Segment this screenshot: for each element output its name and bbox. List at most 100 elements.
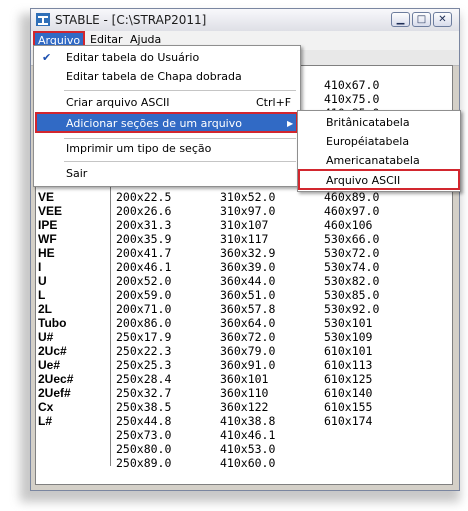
type-item[interactable]: VE bbox=[38, 190, 73, 204]
type-item[interactable]: 2Uc# bbox=[38, 344, 73, 358]
size-cell[interactable]: 530x85.0 bbox=[324, 288, 379, 302]
size-cell[interactable]: 200x86.0 bbox=[116, 316, 171, 330]
size-cell[interactable]: 410x60.0 bbox=[220, 456, 275, 470]
size-cell[interactable]: 610x155 bbox=[324, 400, 379, 414]
type-item[interactable]: 2Uec# bbox=[38, 372, 73, 386]
size-cell[interactable]: 460x97.0 bbox=[324, 204, 379, 218]
size-cell[interactable]: 310x107 bbox=[220, 218, 275, 232]
size-cell[interactable]: 410x75.0 bbox=[324, 92, 379, 106]
size-cell[interactable]: 200x59.0 bbox=[116, 288, 171, 302]
submenu-item-arquivo-ascii[interactable]: Arquivo ASCII bbox=[298, 169, 460, 190]
size-cell[interactable]: 200x22.5 bbox=[116, 190, 171, 204]
size-cell[interactable]: 200x31.3 bbox=[116, 218, 171, 232]
size-cell[interactable]: 360x32.9 bbox=[220, 246, 275, 260]
menu-item-label: Editar tabela do Usuário bbox=[66, 51, 200, 64]
menu-item-imprimir[interactable]: Imprimir um tipo de seção bbox=[34, 139, 298, 159]
size-cell[interactable]: 250x17.9 bbox=[116, 330, 171, 344]
size-cell[interactable]: 360x122 bbox=[220, 400, 275, 414]
size-cell[interactable]: 360x44.0 bbox=[220, 274, 275, 288]
size-cell[interactable]: 250x89.0 bbox=[116, 456, 171, 470]
menu-item-criar-ascii[interactable]: Criar arquivo ASCII Ctrl+F bbox=[34, 93, 298, 113]
type-item[interactable]: WF bbox=[38, 232, 73, 246]
menu-item-sair[interactable]: Sair bbox=[34, 164, 298, 184]
size-cell[interactable]: 200x35.9 bbox=[116, 232, 171, 246]
size-cell[interactable]: 250x28.4 bbox=[116, 372, 171, 386]
menu-item-adicionar-secoes[interactable]: Adicionar seções de um arquivo ▶ bbox=[35, 112, 298, 133]
size-cell[interactable]: 200x41.7 bbox=[116, 246, 171, 260]
size-cell[interactable]: 250x25.3 bbox=[116, 358, 171, 372]
minimize-button[interactable]: ▁ bbox=[391, 12, 410, 27]
size-cell[interactable]: 410x46.1 bbox=[220, 428, 275, 442]
size-cell[interactable]: 530x72.0 bbox=[324, 246, 379, 260]
close-button[interactable]: ✕ bbox=[433, 12, 452, 27]
size-cell[interactable]: 360x91.0 bbox=[220, 358, 275, 372]
type-item[interactable]: HE bbox=[38, 246, 73, 260]
size-cell[interactable]: 360x51.0 bbox=[220, 288, 275, 302]
size-cell[interactable]: 530x74.0 bbox=[324, 260, 379, 274]
size-cell[interactable]: 200x52.0 bbox=[116, 274, 171, 288]
type-item[interactable]: IPE bbox=[38, 218, 73, 232]
size-cell[interactable]: 200x71.0 bbox=[116, 302, 171, 316]
size-cell[interactable]: 360x64.0 bbox=[220, 316, 275, 330]
size-cell[interactable]: 530x92.0 bbox=[324, 302, 379, 316]
size-cell[interactable]: 610x101 bbox=[324, 344, 379, 358]
menu-item-label: Imprimir um tipo de seção bbox=[66, 142, 212, 155]
type-item[interactable]: Cx bbox=[38, 400, 73, 414]
type-item[interactable]: L bbox=[38, 288, 73, 302]
menu-item-editar-chapa[interactable]: Editar tabela de Chapa dobrada bbox=[34, 67, 298, 87]
size-cell[interactable]: 360x101 bbox=[220, 372, 275, 386]
size-cell[interactable]: 460x106 bbox=[324, 218, 379, 232]
size-cell[interactable]: 410x67.0 bbox=[324, 78, 379, 92]
size-cell[interactable]: 250x44.8 bbox=[116, 414, 171, 428]
maximize-button[interactable]: □ bbox=[412, 12, 431, 27]
submenu-item-label: Européiatabela bbox=[326, 135, 410, 148]
size-cell[interactable]: 530x82.0 bbox=[324, 274, 379, 288]
size-cell[interactable]: 310x52.0 bbox=[220, 190, 275, 204]
size-cell[interactable]: 460x89.0 bbox=[324, 190, 379, 204]
size-cell[interactable]: 360x72.0 bbox=[220, 330, 275, 344]
title-bar[interactable]: STABLE - [C:\STRAP2011] ▁ □ ✕ bbox=[31, 9, 459, 32]
size-cell[interactable]: 310x97.0 bbox=[220, 204, 275, 218]
maximize-icon: □ bbox=[416, 14, 427, 25]
menu-item-editar-usuario[interactable]: ✔ Editar tabela do Usuário bbox=[34, 48, 298, 68]
size-cell[interactable]: 530x109 bbox=[324, 330, 379, 344]
menu-item-label: Editar tabela de Chapa dobrada bbox=[66, 70, 242, 83]
type-item[interactable]: I bbox=[38, 260, 73, 274]
size-cell[interactable]: 530x66.0 bbox=[324, 232, 379, 246]
size-cell[interactable]: 410x53.0 bbox=[220, 442, 275, 456]
submenu-item-europeia[interactable]: Européiatabela bbox=[298, 132, 460, 152]
type-item[interactable]: L# bbox=[38, 414, 73, 428]
size-cell[interactable]: 610x140 bbox=[324, 386, 379, 400]
size-cell[interactable]: 310x117 bbox=[220, 232, 275, 246]
size-cell[interactable]: 250x73.0 bbox=[116, 428, 171, 442]
type-item[interactable]: 2L bbox=[38, 302, 73, 316]
size-cell[interactable]: 250x80.0 bbox=[116, 442, 171, 456]
type-item[interactable]: U bbox=[38, 274, 73, 288]
type-item[interactable]: 2Uef# bbox=[38, 386, 73, 400]
size-cell[interactable]: 610x113 bbox=[324, 358, 379, 372]
size-cell[interactable]: 360x79.0 bbox=[220, 344, 275, 358]
size-cell[interactable]: 360x57.8 bbox=[220, 302, 275, 316]
size-cell[interactable]: 250x22.3 bbox=[116, 344, 171, 358]
size-cell[interactable]: 610x174 bbox=[324, 414, 379, 428]
size-cell[interactable]: 530x101 bbox=[324, 316, 379, 330]
size-cell[interactable]: 360x39.0 bbox=[220, 260, 275, 274]
type-item[interactable]: Ue# bbox=[38, 358, 73, 372]
size-cell[interactable]: 360x110 bbox=[220, 386, 275, 400]
size-cell[interactable]: 610x125 bbox=[324, 372, 379, 386]
submenu-item-label: Americanatabela bbox=[326, 154, 420, 167]
type-item[interactable]: VEE bbox=[38, 204, 73, 218]
submenu-item-americana[interactable]: Americanatabela bbox=[298, 151, 460, 171]
type-item[interactable]: U# bbox=[38, 330, 73, 344]
type-item[interactable]: Tubo bbox=[38, 316, 73, 330]
size-cell[interactable]: 250x38.5 bbox=[116, 400, 171, 414]
size-cell[interactable]: 250x32.7 bbox=[116, 386, 171, 400]
size-cell[interactable]: 200x46.1 bbox=[116, 260, 171, 274]
size-cell[interactable]: 410x38.8 bbox=[220, 414, 275, 428]
minimize-icon: ▁ bbox=[396, 14, 405, 25]
submenu-arrow-icon: ▶ bbox=[287, 119, 294, 128]
submenu-item-britanica[interactable]: Britânicatabela bbox=[298, 113, 460, 133]
size-cell[interactable]: 200x26.6 bbox=[116, 204, 171, 218]
sizes-column-3: 460x89.0 460x97.0 460x106 530x66.0 530x7… bbox=[324, 190, 379, 428]
menu-separator bbox=[64, 161, 296, 162]
